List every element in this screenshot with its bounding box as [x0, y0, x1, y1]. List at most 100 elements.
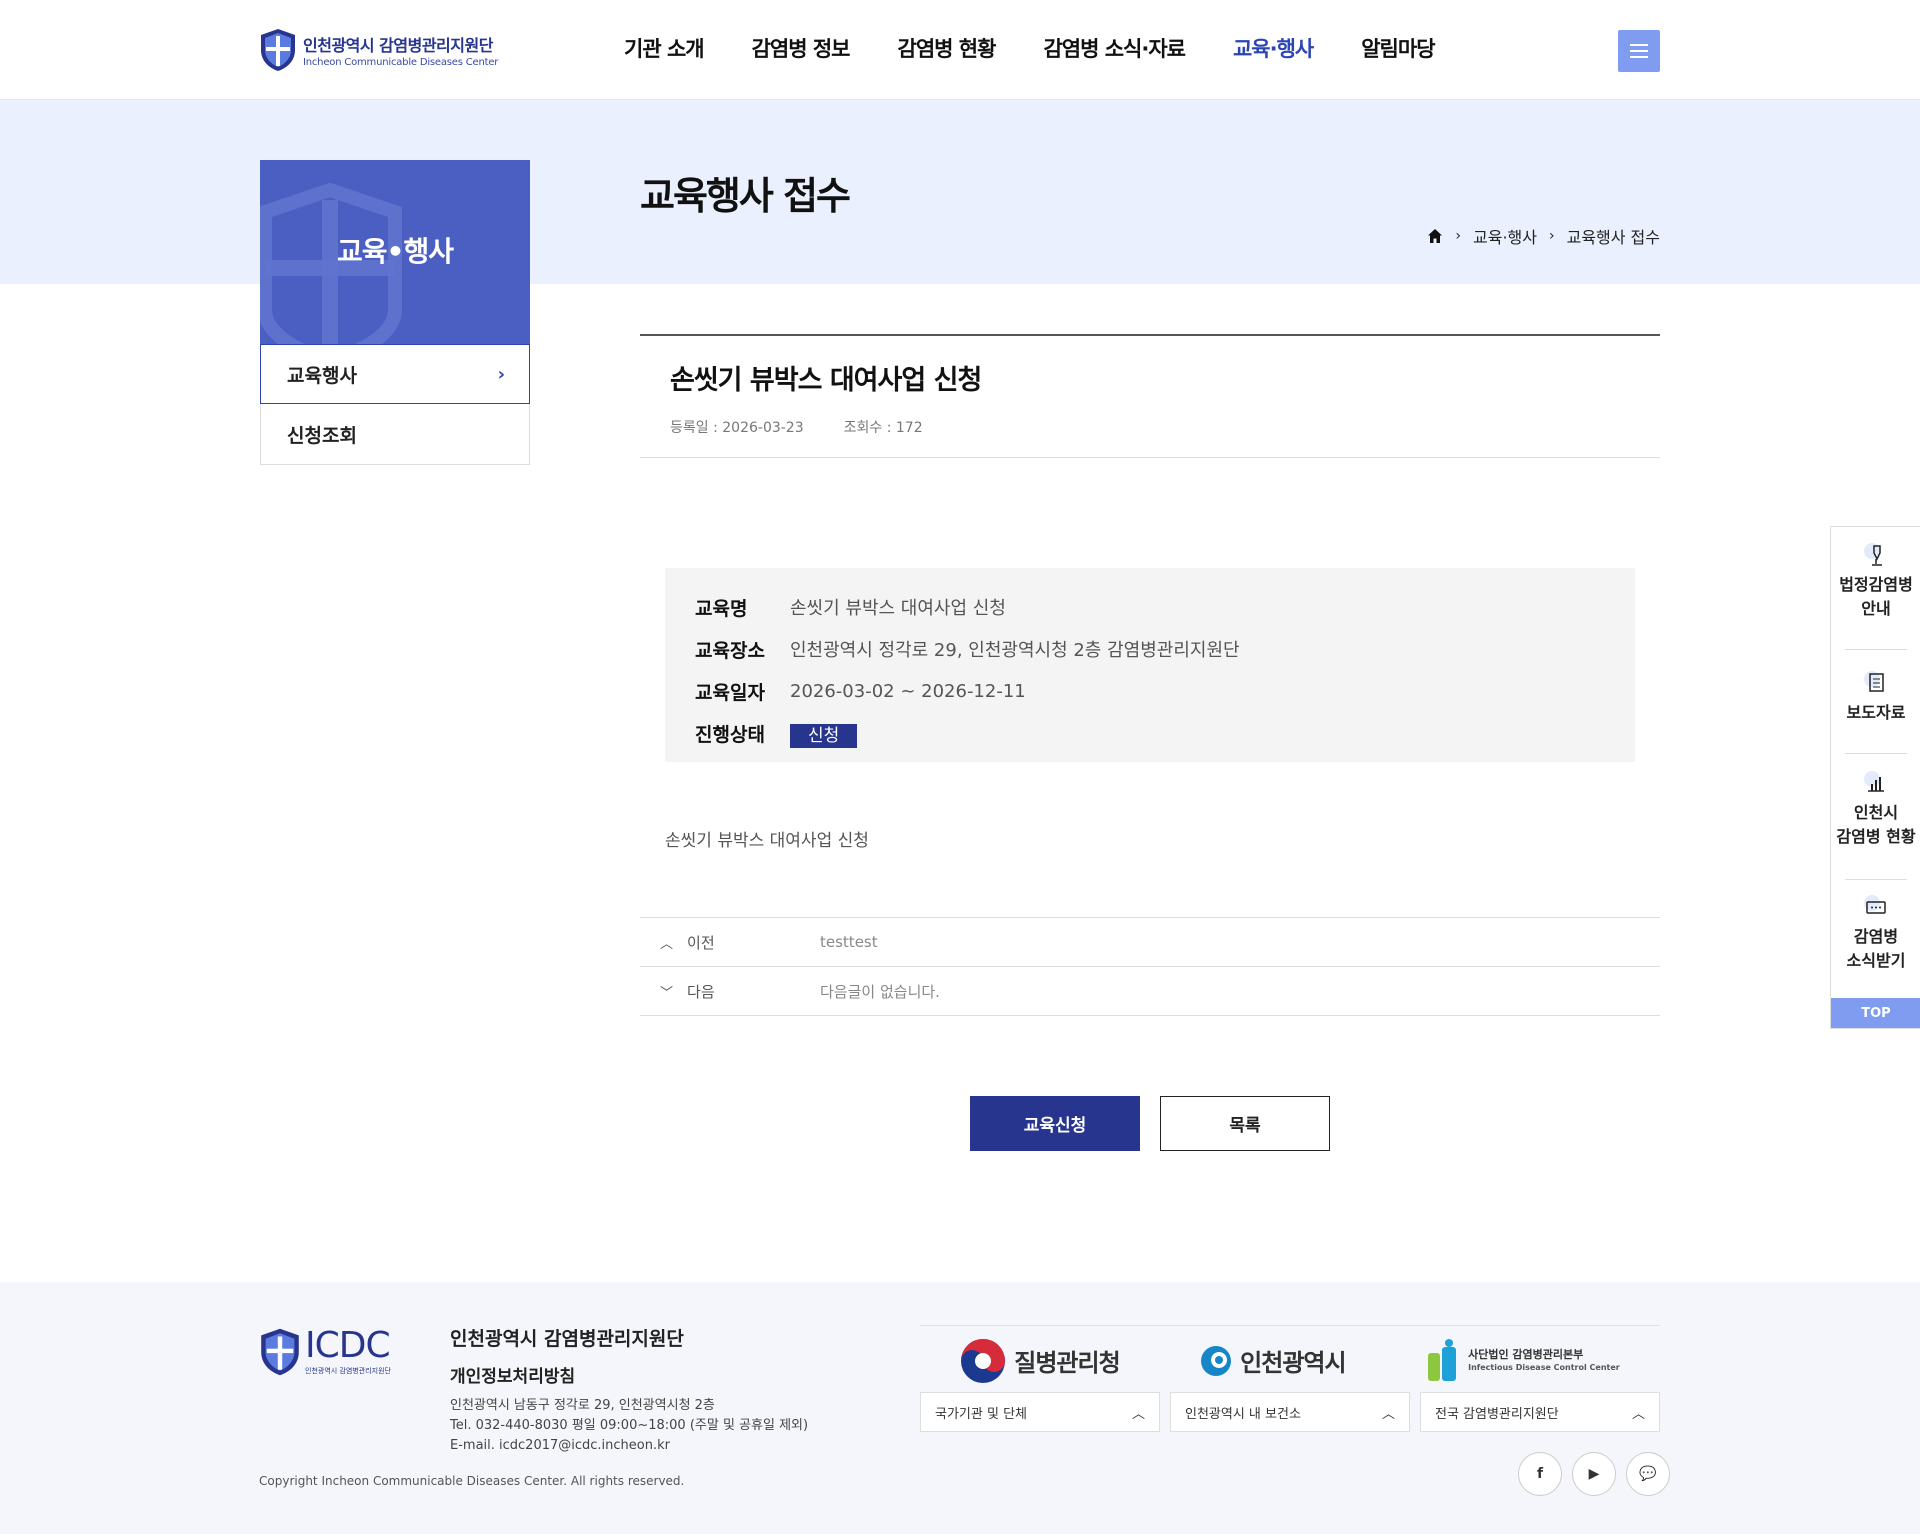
quick-item-legal-diseases[interactable]: 법정감염병 안내 — [1831, 541, 1920, 621]
footer-logo: ICDC 인천광역시 감염병관리지원단 — [259, 1326, 391, 1378]
page-title: 교육행사 접수 — [640, 174, 851, 218]
talk-icon[interactable]: 💬 — [1626, 1452, 1670, 1496]
select-label: 인천광역시 내 보건소 — [1185, 1406, 1301, 1422]
side-item-education-events[interactable]: 교육행사 › — [260, 344, 530, 404]
partner-logos: 질병관리청 인천광역시 사단법인 감염병관리본부 Infectious Dise… — [920, 1325, 1660, 1385]
pen-icon — [1864, 543, 1882, 566]
partner-name: 질병관리청 — [1014, 1349, 1120, 1377]
quick-item-label: 감염병 소식받기 — [1846, 927, 1906, 970]
social-links: f ▶ 💬 — [1508, 1452, 1670, 1496]
next-post-title: 다음글이 없습니다. — [820, 982, 940, 1001]
quick-item-incheon-status[interactable]: 인천시 감염병 현황 — [1831, 769, 1920, 849]
nav-item-about[interactable]: 기관 소개 — [624, 33, 705, 63]
post-title: 손씻기 뷰박스 대여사업 신청 — [670, 365, 982, 396]
site-footer: ICDC 인천광역시 감염병관리지원단 인천광역시 감염병관리지원단 개인정보처… — [0, 1282, 1920, 1534]
partner-idcc[interactable]: 사단법인 감염병관리본부 Infectious Disease Control … — [1426, 1338, 1620, 1383]
privacy-policy-link[interactable]: 개인정보처리방침 — [450, 1362, 575, 1387]
post-meta: 등록일 : 2026-03-23 조회수 : 172 — [670, 417, 1630, 437]
status-badge: 신청 — [790, 723, 858, 748]
bar-chart-icon — [1864, 771, 1884, 792]
partner-name: 인천광역시 — [1240, 1349, 1346, 1377]
copyright: Copyright Incheon Communicable Diseases … — [259, 1474, 685, 1488]
quick-menu: 법정감염병 안내 보도자료 인천시 감염병 현황 감염병 소식받기 TOP — [1830, 526, 1920, 1029]
nav-item-news-resources[interactable]: 감염병 소식·자료 — [1043, 33, 1186, 63]
footer-email: E-mail. icdc2017@icdc.incheon.kr — [450, 1438, 670, 1453]
quick-item-news-subscribe[interactable]: 감염병 소식받기 — [1831, 893, 1920, 973]
side-item-label: 교육행사 — [287, 364, 357, 387]
chevron-down-icon: ﹀ — [660, 985, 674, 1001]
info-row: 진행상태 신청 — [695, 712, 1605, 754]
prev-post-row[interactable]: ︿ 이전 testtest — [640, 918, 1660, 967]
site-logo[interactable]: 인천광역시 감염병관리지원단 Incheon Communicable Dise… — [259, 28, 498, 72]
taegeuk-icon — [961, 1338, 1006, 1383]
breadcrumb-item[interactable]: 교육행사 접수 — [1567, 224, 1660, 248]
nav-item-disease-status[interactable]: 감염병 현황 — [898, 33, 997, 63]
chevron-right-icon: › — [497, 363, 505, 385]
logo-english-text: Incheon Communicable Diseases Center — [303, 57, 499, 68]
footer-logo-subtext: 인천광역시 감염병관리지원단 — [305, 1367, 391, 1375]
apply-education-button[interactable]: 교육신청 — [970, 1096, 1140, 1151]
partner-kdca[interactable]: 질병관리청 — [960, 1338, 1121, 1384]
home-icon[interactable] — [1427, 228, 1443, 244]
select-national-support-groups[interactable]: 전국 감염병관리지원단 ︿ — [1420, 1392, 1660, 1432]
incheon-logo-icon — [1201, 1345, 1232, 1376]
post-date: 등록일 : 2026-03-23 — [670, 420, 804, 436]
info-value: 손씻기 뷰박스 대여사업 신청 — [790, 598, 1006, 619]
info-label: 진행상태 — [695, 723, 765, 746]
next-label: 다음 — [687, 982, 715, 1001]
list-button[interactable]: 목록 — [1160, 1096, 1330, 1151]
footer-tel: Tel. 032-440-8030 평일 09:00~18:00 (주말 및 공… — [450, 1418, 809, 1433]
post-content: 손씻기 뷰박스 대여사업 신청 — [665, 831, 869, 851]
shield-logo-icon — [261, 1328, 299, 1376]
quick-item-label: 보도자료 — [1846, 703, 1906, 722]
quick-item-label: 법정감염병 안내 — [1839, 575, 1913, 618]
footer-logo-text: ICDC — [305, 1325, 391, 1366]
facebook-icon[interactable]: f — [1518, 1452, 1562, 1496]
site-header: 인천광역시 감염병관리지원단 Incheon Communicable Dise… — [0, 0, 1920, 100]
nav-item-education-events[interactable]: 교육·행사 — [1233, 33, 1314, 63]
info-label: 교육장소 — [695, 639, 765, 662]
select-incheon-health-centers[interactable]: 인천광역시 내 보건소 ︿ — [1170, 1392, 1410, 1432]
chevron-up-icon: ︿ — [1631, 1406, 1645, 1422]
footer-address: 인천광역시 남동구 정각로 29, 인천광역시청 2층 — [450, 1398, 715, 1413]
side-item-application-lookup[interactable]: 신청조회 — [261, 404, 529, 464]
chat-icon — [1864, 895, 1886, 914]
partner-name: 사단법인 감염병관리본부 — [1468, 1347, 1584, 1361]
info-row: 교육일자 2026-03-02 ~ 2026-12-11 — [695, 670, 1605, 712]
shield-logo-icon — [261, 29, 295, 71]
side-menu-title: 교육•행사 — [337, 235, 454, 268]
action-buttons: 교육신청 목록 — [970, 1096, 1330, 1151]
quick-item-label: 인천시 감염병 현황 — [1836, 803, 1916, 846]
youtube-icon[interactable]: ▶ — [1572, 1452, 1616, 1496]
footer-org-name: 인천광역시 감염병관리지원단 — [450, 1328, 684, 1350]
chevron-up-icon: ︿ — [1381, 1406, 1395, 1422]
post-view: 손씻기 뷰박스 대여사업 신청 등록일 : 2026-03-23 조회수 : 1… — [640, 334, 1660, 458]
hamburger-icon[interactable] — [1618, 30, 1660, 72]
idcc-logo-icon — [1428, 1338, 1457, 1381]
side-menu-header: 교육•행사 — [260, 160, 530, 344]
info-label: 교육명 — [695, 597, 748, 620]
chevron-right-icon: › — [1455, 228, 1462, 244]
scroll-top-button[interactable]: TOP — [1831, 998, 1920, 1028]
info-value: 인천광역시 정각로 29, 인천광역시청 2층 감염병관리지원단 — [790, 640, 1240, 661]
select-label: 국가기관 및 단체 — [935, 1406, 1027, 1422]
logo-korean-text: 인천광역시 감염병관리지원단 — [303, 36, 493, 55]
info-row: 교육장소 인천광역시 정각로 29, 인천광역시청 2층 감염병관리지원단 — [695, 628, 1605, 670]
post-views: 조회수 : 172 — [843, 420, 923, 436]
post-navigation: ︿ 이전 testtest ﹀ 다음 다음글이 없습니다. — [640, 917, 1660, 1016]
chevron-up-icon: ︿ — [1131, 1406, 1145, 1422]
info-row: 교육명 손씻기 뷰박스 대여사업 신청 — [695, 586, 1605, 628]
breadcrumb-item[interactable]: 교육·행사 — [1473, 224, 1537, 248]
partner-incheon[interactable]: 인천광역시 — [1200, 1343, 1347, 1378]
prev-post-title[interactable]: testtest — [820, 933, 878, 951]
footer-contact: 인천광역시 남동구 정각로 29, 인천광역시청 2층 Tel. 032-440… — [450, 1396, 808, 1456]
quick-item-press[interactable]: 보도자료 — [1831, 669, 1920, 725]
chevron-right-icon: › — [1548, 228, 1555, 244]
nav-item-notice[interactable]: 알림마당 — [1361, 33, 1435, 63]
select-national-agencies[interactable]: 국가기관 및 단체 ︿ — [920, 1392, 1160, 1432]
nav-item-disease-info[interactable]: 감염병 정보 — [752, 33, 851, 63]
next-post-row[interactable]: ﹀ 다음 다음글이 없습니다. — [640, 967, 1660, 1016]
footer-link-selects: 국가기관 및 단체 ︿ 인천광역시 내 보건소 ︿ 전국 감염병관리지원단 ︿ — [920, 1392, 1660, 1432]
post-header: 손씻기 뷰박스 대여사업 신청 등록일 : 2026-03-23 조회수 : 1… — [640, 334, 1660, 458]
select-label: 전국 감염병관리지원단 — [1435, 1406, 1559, 1422]
